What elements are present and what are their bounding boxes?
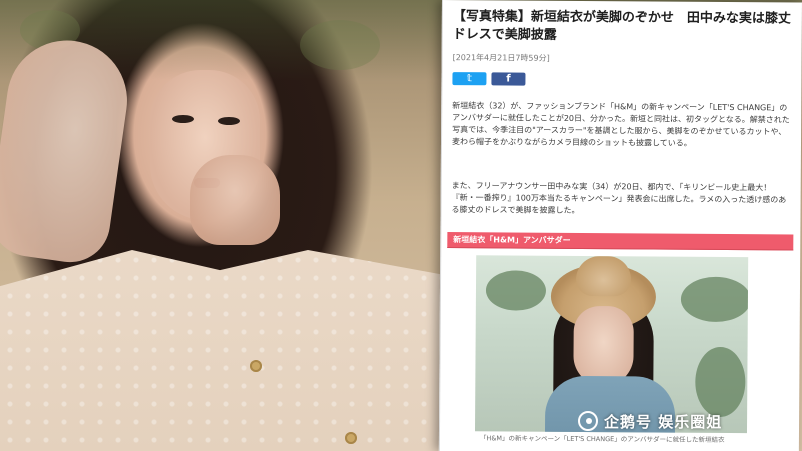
plant [485,270,547,311]
arm-shape [0,32,135,268]
watermark: 企鹅号 娱乐圈姐 [578,408,722,434]
eye [218,117,240,125]
photo-caption: 「H&M」の新キャンペーン「LET'S CHANGE」のアンバサダーに就任した新… [479,434,725,444]
section-heading: 新垣結衣「H&M」アンバサダー [453,235,571,245]
watermark-text: 企鹅号 娱乐圈姐 [604,412,723,431]
straw-hat-crown [575,255,632,297]
article-paragraph-2: また、フリーアナウンサー田中みな実（34）が20日、都内で、「キリンビール史上最… [451,181,787,215]
article-panel: 【写真特集】新垣結衣が美脚のぞかせ 田中みな実は膝丈ドレスで美脚披露 [2021… [438,0,802,451]
eye [172,115,194,123]
section-heading-bar: 新垣結衣「H&M」アンバサダー [447,232,794,251]
cardigan [0,250,440,451]
article-title: 【写真特集】新垣結衣が美脚のぞかせ 田中みな実は膝丈ドレスで美脚披露 [452,9,791,43]
twitter-share-button[interactable]: 𝕥 [452,72,487,86]
article-paragraph-1: 新垣結衣（32）が、ファッションブランド「H&M」の新キャンペーン「LET'S … [451,101,790,148]
cardigan-button [345,432,357,444]
plant [680,276,749,323]
facebook-share-button[interactable]: f [491,72,526,86]
article-photo-face [573,305,634,387]
background-foliage [300,20,380,70]
penguin-logo-icon [578,411,598,431]
plant [695,346,746,418]
article-date: [2021年4月21日7時59分] [452,53,550,63]
twitter-icon: 𝕥 [466,73,473,85]
cardigan-button [250,360,262,372]
facebook-icon: f [506,73,511,85]
article-photo [474,255,749,434]
hand-shape [190,155,280,245]
